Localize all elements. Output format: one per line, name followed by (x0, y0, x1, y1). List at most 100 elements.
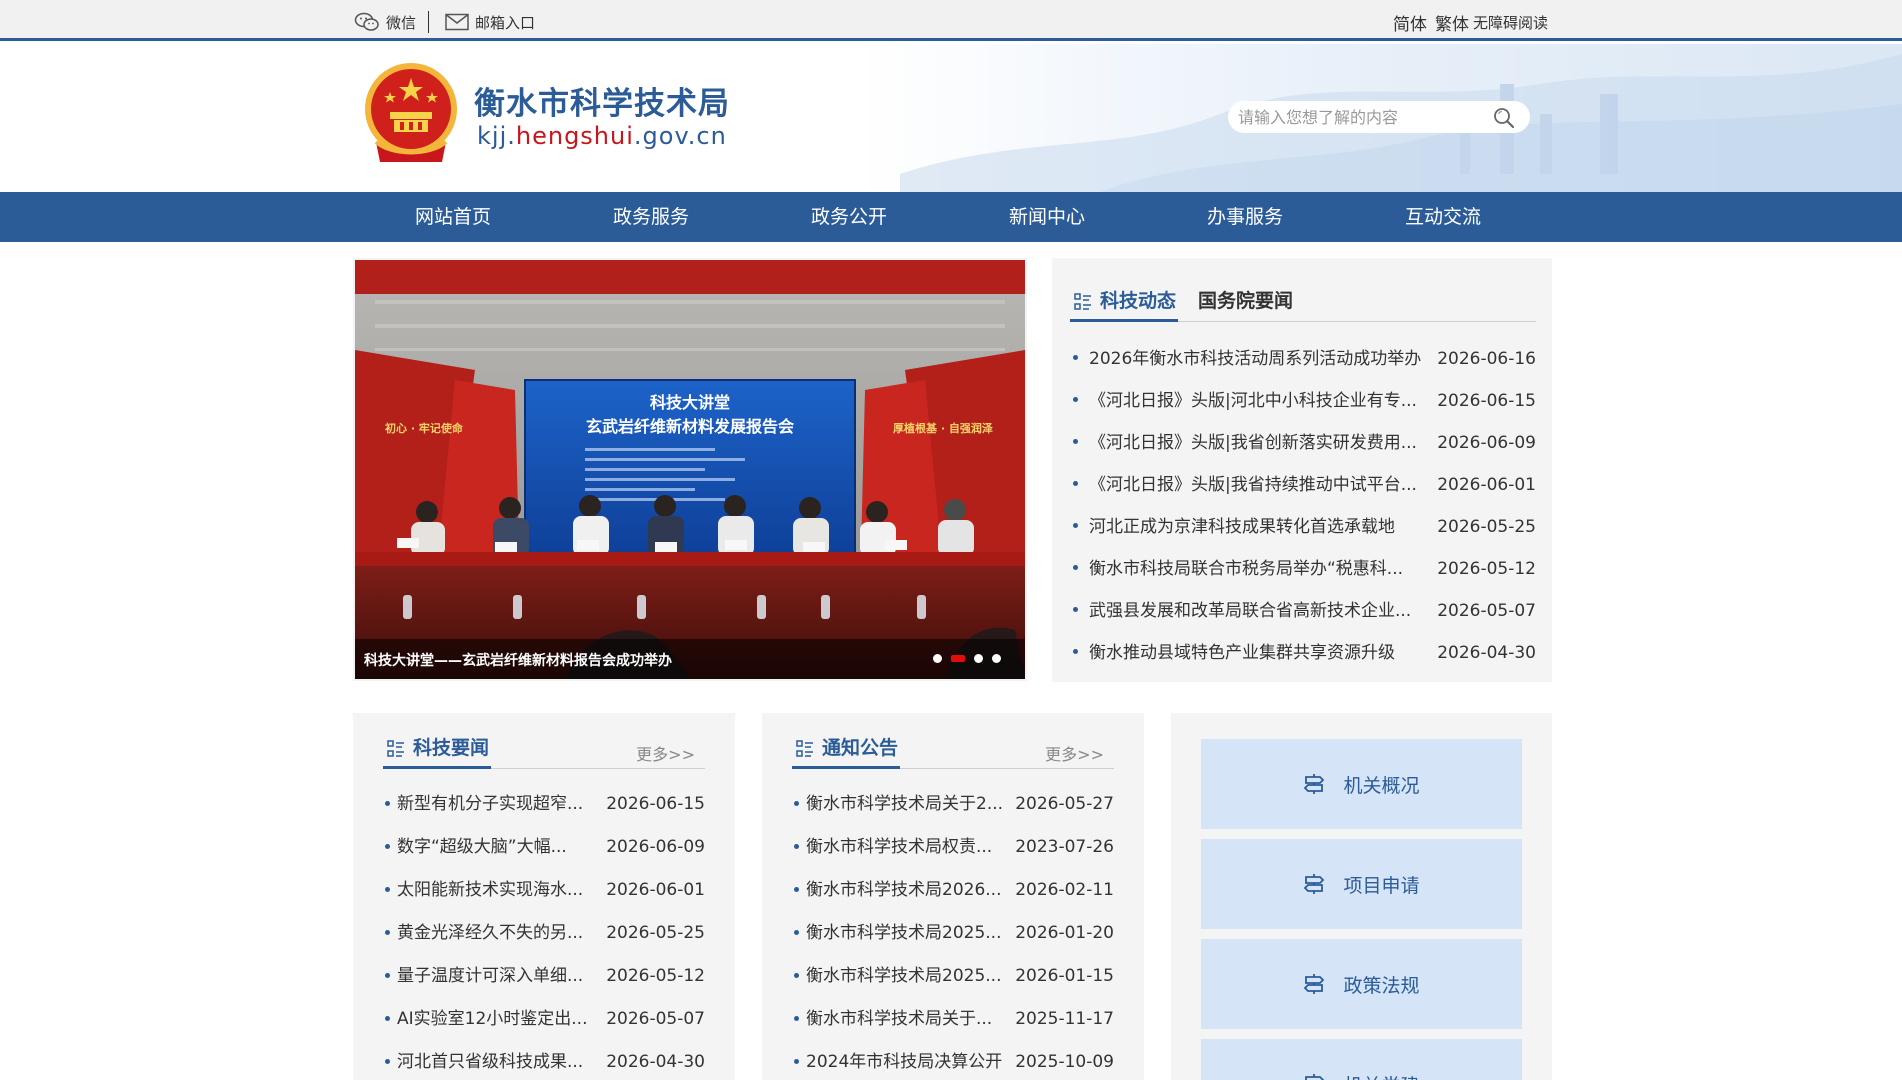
item-title[interactable]: 太阳能新技术实现海水... (397, 869, 583, 912)
section-title[interactable]: 科技要闻 (383, 735, 491, 769)
nav-item-gov-services[interactable]: 政务服务 (552, 192, 750, 242)
news-title[interactable]: 《河北日报》头版|我省持续推动中试平台... (1089, 464, 1417, 506)
nav-item-home[interactable]: 网站首页 (354, 192, 552, 242)
list-item[interactable]: 河北首只省级科技成果... 2026-04-30 (383, 1041, 705, 1080)
item-date: 2026-05-25 (606, 923, 705, 943)
item-date: 2025-11-17 (1015, 1009, 1114, 1029)
item-title[interactable]: 衡水市科学技术局关于... (806, 998, 992, 1041)
site-title[interactable]: 衡水市科学技术局 (474, 78, 730, 123)
tech-news-list: 新型有机分子实现超窄... 2026-06-15 数字“超级大脑”大幅... 202… (383, 783, 705, 1080)
list-item[interactable]: 衡水市科学技术局2025... 2026-01-15 (792, 955, 1114, 998)
wechat-link[interactable]: 微信 (354, 12, 416, 33)
banner-caption[interactable]: 科技大讲堂——玄武岩纤维新材料报告会成功举办 (364, 650, 672, 670)
top-bar: 微信 邮箱入口 简体 繁体 无障碍阅读 (0, 0, 1902, 41)
list-item[interactable]: 黄金光泽经久不失的另... 2026-05-25 (383, 912, 705, 955)
list-item[interactable]: AI实验室12小时鉴定出... 2026-05-07 (383, 998, 705, 1041)
signpost-icon (1304, 774, 1325, 794)
section-header: 科技要闻 更多>> (383, 735, 705, 769)
news-date: 2026-06-09 (1437, 433, 1536, 453)
more-link[interactable]: 更多>> (1045, 741, 1104, 765)
item-date: 2026-05-12 (606, 966, 705, 986)
item-date: 2026-04-30 (606, 1052, 705, 1072)
quick-link-policies[interactable]: 政策法规 (1201, 939, 1522, 1029)
bullet (1073, 565, 1078, 570)
news-title[interactable]: 衡水推动县域特色产业集群共享资源升级 (1089, 632, 1395, 674)
domain-highlight: hengshui (515, 122, 634, 150)
traditional-link[interactable]: 繁体 (1435, 10, 1469, 35)
tab-label: 科技动态 (1100, 290, 1177, 312)
news-item[interactable]: 《河北日报》头版|河北中小科技企业有专... 2026-06-15 (1070, 380, 1536, 422)
news-title[interactable]: 《河北日报》头版|我省创新落实研发费用... (1089, 422, 1417, 464)
tab-state-council-news[interactable]: 国务院要闻 (1198, 288, 1293, 322)
quick-link-label: 机关党建 (1343, 1071, 1419, 1080)
item-title[interactable]: 量子温度计可深入单细... (397, 955, 583, 998)
quick-link-project-application[interactable]: 项目申请 (1201, 839, 1522, 929)
bullet (1073, 523, 1078, 528)
nav-item-affairs[interactable]: 办事服务 (1146, 192, 1344, 242)
news-title[interactable]: 2026年衡水市科技活动周系列活动成功举办 (1089, 338, 1421, 380)
news-item[interactable]: 《河北日报》头版|我省创新落实研发费用... 2026-06-09 (1070, 422, 1536, 464)
carousel-dot[interactable] (974, 654, 983, 663)
list-item[interactable]: 太阳能新技术实现海水... 2026-06-01 (383, 869, 705, 912)
nav-item-gov-disclosure[interactable]: 政务公开 (750, 192, 948, 242)
section-title[interactable]: 通知公告 (792, 735, 900, 769)
news-item[interactable]: 2026年衡水市科技活动周系列活动成功举办 2026-06-16 (1070, 338, 1536, 380)
search-icon[interactable] (1492, 106, 1516, 130)
quick-link-label: 机关概况 (1343, 774, 1420, 797)
nav-item-news-center[interactable]: 新闻中心 (948, 192, 1146, 242)
news-title[interactable]: 衡水市科技局联合市税务局举办“税惠科... (1089, 548, 1403, 590)
list-item[interactable]: 衡水市科学技术局2026... 2026-02-11 (792, 869, 1114, 912)
list-item[interactable]: 新型有机分子实现超窄... 2026-06-15 (383, 783, 705, 826)
news-title[interactable]: 河北正成为京津科技成果转化首选承载地 (1089, 506, 1395, 548)
item-title[interactable]: 新型有机分子实现超窄... (397, 783, 583, 826)
quick-link-party-building[interactable]: 机关党建 (1201, 1039, 1522, 1080)
mail-link[interactable]: 邮箱入口 (445, 12, 535, 33)
list-icon (387, 740, 404, 757)
item-title[interactable]: AI实验室12小时鉴定出... (397, 998, 588, 1041)
wechat-icon (354, 12, 379, 31)
nav-item-interaction[interactable]: 互动交流 (1344, 192, 1542, 242)
item-title[interactable]: 衡水市科学技术局2025... (806, 912, 1001, 955)
item-title[interactable]: 衡水市科学技术局关于2... (806, 783, 1003, 826)
tab-tech-dynamics[interactable]: 科技动态 (1070, 288, 1178, 322)
item-title[interactable]: 河北首只省级科技成果... (397, 1041, 583, 1080)
news-title[interactable]: 武强县发展和改革局联合省高新技术企业... (1089, 590, 1411, 632)
list-item[interactable]: 衡水市科学技术局关于2... 2026-05-27 (792, 783, 1114, 826)
news-item[interactable]: 衡水市科技局联合市税务局举办“税惠科... 2026-05-12 (1070, 548, 1536, 590)
list-item[interactable]: 衡水市科学技术局关于... 2025-11-17 (792, 998, 1114, 1041)
carousel-dot-active[interactable] (951, 655, 965, 662)
item-title[interactable]: 黄金光泽经久不失的另... (397, 912, 583, 955)
quick-link-agency-overview[interactable]: 机关概况 (1201, 739, 1522, 829)
item-title[interactable]: 衡水市科学技术局2026... (806, 869, 1001, 912)
news-item[interactable]: 《河北日报》头版|我省持续推动中试平台... 2026-06-01 (1070, 464, 1536, 506)
section-header: 通知公告 更多>> (792, 735, 1114, 769)
carousel-dot[interactable] (992, 654, 1001, 663)
list-item[interactable]: 衡水市科学技术局2025... 2026-01-20 (792, 912, 1114, 955)
accessible-reading-link[interactable]: 无障碍阅读 (1473, 12, 1548, 33)
list-item[interactable]: 2024年市科技局决算公开 2025-10-09 (792, 1041, 1114, 1080)
news-item[interactable]: 武强县发展和改革局联合省高新技术企业... 2026-05-07 (1070, 590, 1536, 632)
more-link[interactable]: 更多>> (636, 741, 695, 765)
banner-carousel[interactable]: 科技大讲堂 玄武岩纤维新材料发展报告会 初心 · 牢记使命 厚植根基 · 自强润… (353, 258, 1027, 681)
top-left-links: 微信 邮箱入口 (354, 11, 535, 33)
news-title[interactable]: 《河北日报》头版|河北中小科技企业有专... (1089, 380, 1417, 422)
item-date: 2026-06-15 (606, 794, 705, 814)
simplified-link[interactable]: 简体 (1393, 10, 1427, 35)
divider (428, 11, 430, 33)
screen-subtitle: 玄武岩纤维新材料发展报告会 (586, 417, 794, 436)
bullet (385, 1059, 390, 1064)
list-item[interactable]: 衡水市科学技术局权责... 2023-07-26 (792, 826, 1114, 869)
carousel-dot[interactable] (933, 654, 942, 663)
search-input[interactable] (1238, 105, 1478, 129)
list-item[interactable]: 数字“超级大脑”大幅... 2026-06-09 (383, 826, 705, 869)
item-date: 2026-01-20 (1015, 923, 1114, 943)
item-title[interactable]: 衡水市科学技术局2025... (806, 955, 1001, 998)
item-title[interactable]: 衡水市科学技术局权责... (806, 826, 992, 869)
list-item[interactable]: 量子温度计可深入单细... 2026-05-12 (383, 955, 705, 998)
news-item[interactable]: 河北正成为京津科技成果转化首选承载地 2026-05-25 (1070, 506, 1536, 548)
top-right-links: 简体 繁体 无障碍阅读 (1385, 10, 1548, 35)
item-title[interactable]: 2024年市科技局决算公开 (806, 1041, 1002, 1080)
banner-photo[interactable]: 科技大讲堂 玄武岩纤维新材料发展报告会 初心 · 牢记使命 厚植根基 · 自强润… (355, 260, 1025, 679)
item-title[interactable]: 数字“超级大脑”大幅... (397, 826, 567, 869)
news-item[interactable]: 衡水推动县域特色产业集群共享资源升级 2026-04-30 (1070, 632, 1536, 674)
